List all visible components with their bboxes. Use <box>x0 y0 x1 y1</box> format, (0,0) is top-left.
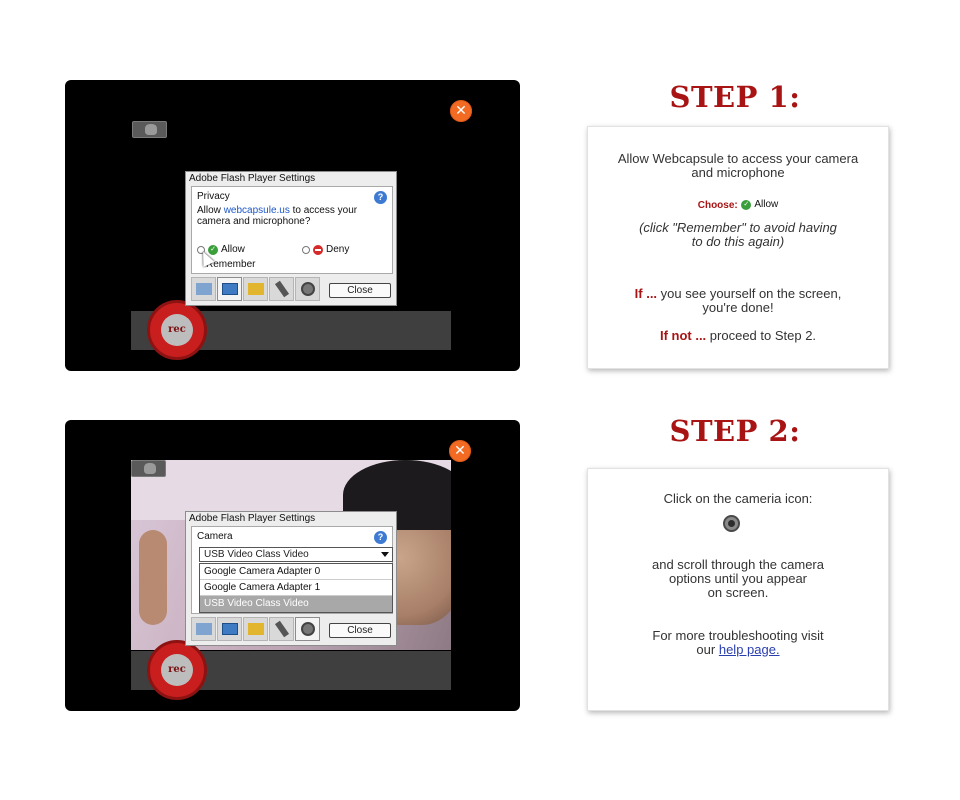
help-icon[interactable]: ? <box>374 531 387 544</box>
camera-box: Camera ? USB Video Class Video Google Ca… <box>191 526 393 614</box>
step-2-title: STEP 2: <box>669 414 801 448</box>
close-x-icon[interactable]: ✕ <box>450 100 472 122</box>
section-title: Privacy <box>197 191 230 202</box>
more-prefix: our <box>696 642 716 657</box>
camera-toggle-icon[interactable] <box>132 121 167 138</box>
camera-toggle-icon[interactable] <box>131 460 166 477</box>
privacy-box: Privacy ? Allow webcapsule.us to access … <box>191 186 393 274</box>
allow-inline-label: Allow <box>754 198 779 210</box>
tab-privacy[interactable] <box>217 617 242 641</box>
deny-radio[interactable] <box>302 245 310 254</box>
step-1-title: STEP 1: <box>669 80 801 114</box>
close-button[interactable]: Close <box>329 623 391 638</box>
close-button[interactable]: Close <box>329 283 391 298</box>
video-panel-1: ✕ rec Adobe Flash Player Settings Privac… <box>65 80 520 371</box>
ifnot-row: If not ... proceed to Step 2. <box>588 329 888 343</box>
settings-tabs <box>191 277 320 301</box>
tab-storage[interactable] <box>243 277 268 301</box>
camera-option[interactable]: Google Camera Adapter 1 <box>200 580 392 596</box>
allow-inline: ✓ Allow <box>741 198 778 212</box>
camera-options: Google Camera Adapter 0 Google Camera Ad… <box>199 563 393 613</box>
if-text-2: you're done! <box>702 300 774 315</box>
camera-option[interactable]: USB Video Class Video <box>200 596 392 612</box>
thumbs-up <box>139 530 167 625</box>
if-label: If ... <box>634 286 658 301</box>
record-button[interactable]: rec <box>147 640 207 700</box>
dialog-title: Adobe Flash Player Settings <box>189 173 316 184</box>
allow-label: Allow <box>221 244 245 255</box>
flash-settings-dialog: Adobe Flash Player Settings Privacy ? Al… <box>185 171 397 306</box>
chevron-down-icon[interactable] <box>381 552 389 557</box>
step2-text-1: Click on the cameria icon: <box>663 491 813 506</box>
tab-microphone[interactable] <box>269 277 294 301</box>
webcam-icon <box>723 515 740 532</box>
camera-select[interactable]: USB Video Class Video <box>199 547 393 562</box>
settings-tabs <box>191 617 320 641</box>
record-button[interactable]: rec <box>147 300 207 360</box>
site-link[interactable]: webcapsule.us <box>224 205 290 216</box>
tab-microphone[interactable] <box>269 617 294 641</box>
camera-select-value: USB Video Class Video <box>204 549 309 560</box>
deny-option[interactable]: Deny <box>302 244 349 255</box>
flash-settings-dialog: Adobe Flash Player Settings Camera ? USB… <box>185 511 397 646</box>
tab-camera[interactable] <box>295 277 320 301</box>
step1-note-1: (click "Remember" to avoid having <box>639 220 837 235</box>
step2-text-4: on screen. <box>707 585 769 600</box>
choose-row: Choose: ✓ Allow <box>588 197 888 213</box>
step-1-card: Allow Webcapsule to access your camera a… <box>587 126 889 369</box>
if-row: If ... you see yourself on the screen, <box>588 287 888 301</box>
deny-icon <box>313 244 323 255</box>
tab-display[interactable] <box>191 277 216 301</box>
if-text-1: you see yourself on the screen, <box>660 286 842 301</box>
rec-label: rec <box>161 654 193 686</box>
tab-storage[interactable] <box>243 617 268 641</box>
dialog-title: Adobe Flash Player Settings <box>189 513 316 524</box>
tab-display[interactable] <box>191 617 216 641</box>
ifnot-label: If not ... <box>659 328 707 343</box>
close-x-icon[interactable]: ✕ <box>449 440 471 462</box>
section-title: Camera <box>197 531 233 542</box>
help-icon[interactable]: ? <box>374 191 387 204</box>
allow-check-icon: ✓ <box>741 199 752 210</box>
deny-label: Deny <box>326 244 350 255</box>
choose-label: Choose: <box>697 200 738 211</box>
video-panel-2: ✕ rec Adobe Flash Player Settings Camera… <box>65 420 520 711</box>
more-row: our help page. <box>588 643 888 657</box>
rec-label: rec <box>161 314 193 346</box>
camera-option[interactable]: Google Camera Adapter 0 <box>200 564 392 580</box>
help-page-link[interactable]: help page. <box>719 642 780 657</box>
step2-text-2: and scroll through the camera <box>652 557 824 572</box>
tab-privacy[interactable] <box>217 277 242 301</box>
more-text-1: For more troubleshooting visit <box>652 628 824 643</box>
step1-text-1: Allow Webcapsule to access your camera <box>617 151 859 166</box>
step-2-card: Click on the cameria icon: and scroll th… <box>587 468 889 711</box>
ifnot-text: proceed to Step 2. <box>709 328 817 343</box>
step1-text-2: and microphone <box>691 165 785 180</box>
msg-pre: Allow <box>197 205 221 216</box>
tab-camera[interactable] <box>295 617 320 641</box>
privacy-message: Allow webcapsule.us to access your camer… <box>197 205 377 227</box>
step2-text-3: options until you appear <box>668 571 808 586</box>
step1-note-2: to do this again) <box>691 234 785 249</box>
